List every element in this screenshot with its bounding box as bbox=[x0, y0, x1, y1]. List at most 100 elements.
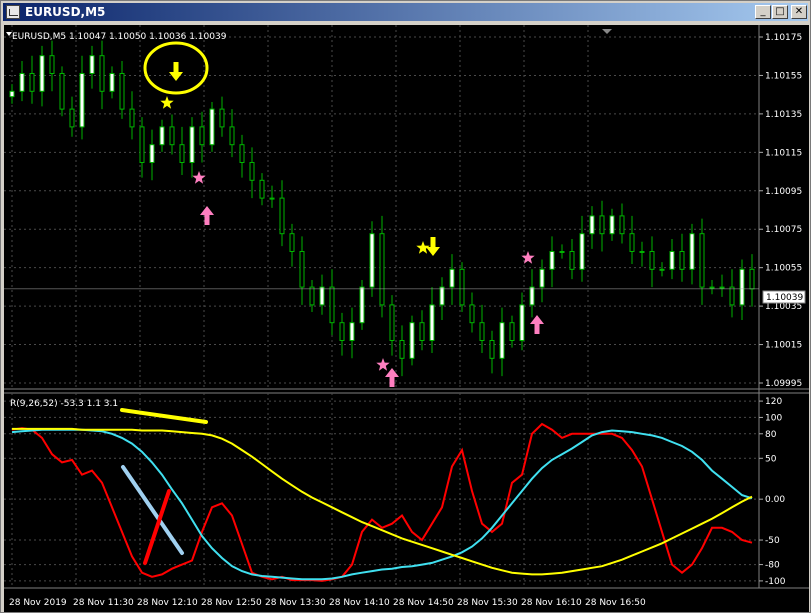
candle-body bbox=[749, 268, 755, 290]
y-tick-label: 1.10035 bbox=[765, 302, 802, 312]
candle-body bbox=[119, 73, 125, 110]
candle-body bbox=[19, 73, 25, 92]
chart-area[interactable]: 28 Nov 2019 28 Nov 11:30 28 Nov 12:10 28 No… bbox=[4, 25, 809, 612]
x-tick-label: 28 Nov 2019 bbox=[9, 598, 67, 608]
candle-body bbox=[399, 340, 405, 359]
candle-body bbox=[219, 108, 225, 128]
y-tick-label: 1.10095 bbox=[765, 187, 802, 197]
candle-body bbox=[459, 268, 465, 306]
star-signal-icon bbox=[376, 358, 390, 371]
candle-body bbox=[499, 322, 505, 359]
candle-body bbox=[79, 73, 85, 128]
candle-body bbox=[39, 55, 45, 92]
candle-body bbox=[299, 251, 305, 288]
candle-body bbox=[709, 286, 715, 289]
candle-body bbox=[579, 233, 585, 270]
candle-body bbox=[729, 286, 735, 306]
y-tick-label: 0.00 bbox=[765, 495, 785, 505]
candle-body bbox=[249, 162, 255, 181]
candle-body bbox=[599, 215, 605, 235]
y-tick-label: 1.10015 bbox=[765, 341, 802, 351]
candle-body bbox=[369, 233, 375, 288]
candle-body bbox=[229, 126, 235, 146]
candle-body bbox=[309, 286, 315, 306]
candle-body bbox=[49, 55, 55, 74]
candle-body bbox=[209, 108, 215, 146]
candle-body bbox=[529, 286, 535, 306]
candle-body bbox=[479, 322, 485, 342]
y-tick-label: 1.10075 bbox=[765, 225, 802, 235]
red-oscillator-line bbox=[11, 422, 753, 582]
chart-canvas[interactable]: 28 Nov 2019 28 Nov 11:30 28 Nov 12:10 28 No… bbox=[4, 25, 809, 612]
candle-body bbox=[699, 233, 705, 288]
y-tick-label: 1.09995 bbox=[765, 379, 802, 389]
y-tick-label: 100 bbox=[765, 413, 782, 423]
candle-body bbox=[189, 126, 195, 163]
star-signal-icon bbox=[160, 96, 174, 109]
candle-body bbox=[359, 286, 365, 324]
candle-body bbox=[129, 108, 135, 128]
candle-body bbox=[99, 55, 105, 92]
y-tick-label: 50 bbox=[765, 454, 777, 464]
chart-grid bbox=[4, 25, 809, 589]
maximize-button[interactable]: □ bbox=[772, 5, 788, 19]
candle-body bbox=[379, 233, 385, 306]
candle-body bbox=[139, 126, 145, 163]
candle-body bbox=[449, 268, 455, 288]
y-tick-label: 1.10055 bbox=[765, 264, 802, 274]
candle-body bbox=[259, 179, 265, 199]
candle-body bbox=[269, 197, 275, 200]
candle-body bbox=[169, 126, 175, 146]
cyan-oscillator-line bbox=[11, 428, 753, 581]
candle-body bbox=[179, 144, 185, 163]
arrow-up-signal-icon bbox=[385, 368, 399, 387]
candle-body bbox=[339, 322, 345, 342]
yellow-oscillator-line bbox=[12, 427, 753, 576]
chart-annotations bbox=[6, 29, 612, 565]
candle-body bbox=[419, 322, 425, 342]
candle-body bbox=[609, 215, 615, 235]
arrow-up-signal-icon bbox=[530, 315, 544, 334]
drawn-yellow-line bbox=[120, 408, 208, 424]
candle-body bbox=[719, 286, 725, 289]
chart-window-icon[interactable] bbox=[6, 5, 20, 19]
y-tick-label: -50 bbox=[765, 536, 780, 546]
indicator-label: R(9,26,52) -53.3 1.1 3.1 bbox=[10, 399, 118, 409]
candle-body bbox=[109, 73, 115, 92]
arrow-up-signal-icon bbox=[200, 206, 214, 225]
candle-body bbox=[589, 215, 595, 235]
minimize-button[interactable]: _ bbox=[755, 5, 771, 19]
candle-body bbox=[689, 233, 695, 270]
y-tick-label: -100 bbox=[765, 577, 786, 587]
candle-body bbox=[519, 304, 525, 341]
candle-body bbox=[149, 144, 155, 163]
arrow-down-signal-icon bbox=[169, 62, 183, 81]
candle-body bbox=[469, 304, 475, 324]
y-tick-label: 1.10135 bbox=[765, 110, 802, 120]
candle-body bbox=[439, 286, 445, 306]
candlestick-series bbox=[4, 40, 759, 377]
x-tick-label: 28 Nov 11:30 bbox=[73, 598, 134, 608]
candle-body bbox=[669, 251, 675, 270]
x-tick-label: 28 Nov 12:10 bbox=[137, 598, 198, 608]
candle-body bbox=[539, 268, 545, 288]
current-price-label: 1.10039 bbox=[766, 293, 803, 303]
candle-body bbox=[9, 90, 15, 98]
candle-body bbox=[89, 55, 95, 74]
chart-shift-marker bbox=[602, 29, 612, 34]
candle-body bbox=[549, 251, 555, 270]
x-tick-label: 28 Nov 14:10 bbox=[329, 598, 390, 608]
candle-body bbox=[559, 251, 565, 253]
candle-body bbox=[639, 251, 645, 253]
candle-body bbox=[159, 126, 165, 146]
candle-body bbox=[239, 144, 245, 163]
x-tick-label: 28 Nov 12:50 bbox=[201, 598, 262, 608]
title-bar[interactable]: EURUSD,M5 _ □ ✕ bbox=[3, 3, 808, 21]
window-title: EURUSD,M5 bbox=[25, 5, 106, 19]
x-tick-label: 28 Nov 16:10 bbox=[521, 598, 582, 608]
x-tick-label: 28 Nov 16:50 bbox=[585, 598, 646, 608]
y-tick-label: 1.10155 bbox=[765, 71, 802, 81]
oscillator-lines bbox=[11, 422, 753, 582]
close-button[interactable]: ✕ bbox=[791, 5, 807, 19]
x-tick-label: 28 Nov 15:30 bbox=[457, 598, 518, 608]
